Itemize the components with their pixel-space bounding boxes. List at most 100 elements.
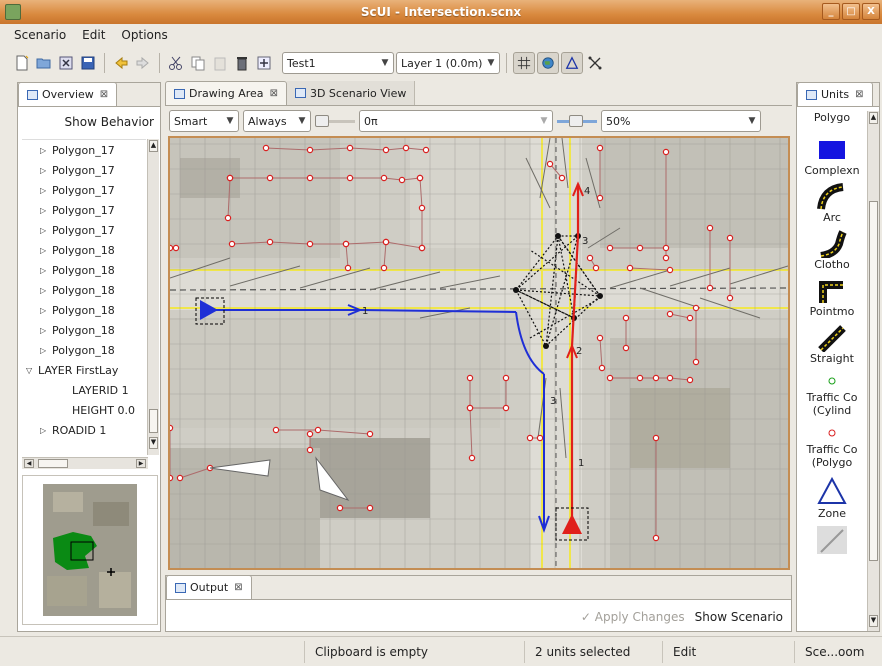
tab-output[interactable]: Output ⊠: [166, 575, 252, 599]
menu-edit[interactable]: Edit: [82, 28, 105, 42]
unit-clothoid[interactable]: Clotho: [797, 227, 867, 274]
copy-icon[interactable]: [188, 53, 208, 73]
view-icon: [174, 88, 185, 99]
delete-icon[interactable]: [232, 53, 252, 73]
tree-item[interactable]: ▷ Polygon_17: [22, 140, 146, 160]
unit-traffic-cylinder[interactable]: Traffic Co (Cylind: [797, 368, 867, 420]
chevron-down-icon: ▼: [298, 116, 306, 126]
tree-item[interactable]: ▷ Polygon_17: [22, 220, 146, 240]
when-select[interactable]: Always ▼: [243, 110, 311, 132]
zoom-select[interactable]: 50% ▼: [601, 110, 761, 132]
apply-changes-button[interactable]: ✓ Apply Changes: [581, 610, 685, 624]
minimap[interactable]: [22, 475, 158, 625]
show-behavior-button[interactable]: Show Behavior: [65, 115, 154, 129]
show-scenario-button[interactable]: Show Scenario: [695, 610, 783, 624]
close-icon[interactable]: ⊠: [855, 89, 863, 100]
expand-icon[interactable]: ▷: [38, 346, 52, 355]
scenario-select[interactable]: Test1 ▼: [282, 52, 394, 74]
open-folder-icon[interactable]: [34, 53, 54, 73]
units-scrollbar[interactable]: ▲ ▼: [867, 111, 879, 631]
tree-item[interactable]: ▷ ROADID 1: [22, 420, 146, 440]
tree-item[interactable]: HEIGHT 0.0: [22, 400, 146, 420]
globe-toggle[interactable]: [537, 52, 559, 74]
close-icon[interactable]: [56, 53, 76, 73]
tree-item[interactable]: ▷ Polygon_18: [22, 320, 146, 340]
close-icon[interactable]: ⊠: [234, 582, 242, 593]
unit-straight[interactable]: Straight: [797, 321, 867, 368]
tree-item-label: Polygon_17: [52, 203, 115, 217]
expand-icon[interactable]: ▷: [38, 226, 52, 235]
tree-vertical-scrollbar[interactable]: ▲ ▼: [147, 139, 159, 455]
tree-item-label: Polygon_18: [52, 243, 115, 257]
zoom-slider[interactable]: [557, 115, 597, 127]
tab-drawing-area-label: Drawing Area: [189, 87, 264, 100]
tree-item[interactable]: ▽ LAYER FirstLay: [22, 360, 146, 380]
expand-icon[interactable]: ▷: [38, 306, 52, 315]
tree-item-label: Polygon_17: [52, 183, 115, 197]
app-icon: [5, 4, 21, 20]
unit-pointmove[interactable]: Pointmo: [797, 274, 867, 321]
tree-item[interactable]: ▷ Polygon_18: [22, 280, 146, 300]
zone-toggle[interactable]: [561, 52, 583, 74]
tab-units[interactable]: Units ⊠: [797, 82, 873, 106]
unit-arc[interactable]: Arc: [797, 180, 867, 227]
tree-item[interactable]: ▷ Polygon_17: [22, 180, 146, 200]
status-clipboard: Clipboard is empty: [304, 640, 524, 663]
unit-line[interactable]: [797, 523, 867, 557]
layer-select[interactable]: Layer 1 (0.0m) ▼: [396, 52, 500, 74]
unit-traffic-polygon[interactable]: Traffic Co (Polygo: [797, 420, 867, 472]
grid-toggle[interactable]: [513, 52, 535, 74]
add-icon[interactable]: [254, 53, 274, 73]
tree-item[interactable]: ▷ Polygon_17: [22, 200, 146, 220]
tree-horizontal-scrollbar[interactable]: ◀ ▶: [22, 457, 148, 469]
maximize-button[interactable]: □: [842, 3, 860, 20]
save-icon[interactable]: [78, 53, 98, 73]
blue-lane-label-1: 1: [362, 306, 368, 317]
tree-item[interactable]: ▷ Polygon_18: [22, 260, 146, 280]
close-icon[interactable]: ⊠: [270, 88, 278, 99]
measure-icon[interactable]: [585, 53, 605, 73]
expand-icon[interactable]: ▷: [38, 286, 52, 295]
tab-3d-scenario-view[interactable]: 3D Scenario View: [286, 81, 416, 105]
expand-icon[interactable]: ▷: [38, 166, 52, 175]
tree-item[interactable]: LAYERID 1: [22, 380, 146, 400]
angle-field[interactable]: 0π ▼: [359, 110, 553, 132]
road-network-svg[interactable]: 1 3 1 2 3 4: [170, 138, 788, 568]
new-file-icon[interactable]: [12, 53, 32, 73]
unit-complex-node[interactable]: Complexn: [797, 133, 867, 180]
angle-slider[interactable]: [315, 115, 355, 127]
expand-icon[interactable]: ▷: [38, 266, 52, 275]
tree-item[interactable]: ▷ Polygon_18: [22, 240, 146, 260]
expand-icon[interactable]: ▷: [38, 206, 52, 215]
unit-polygon[interactable]: Polygo: [797, 111, 867, 133]
traffic-cylinder-icon: [797, 371, 867, 391]
collapse-icon[interactable]: ▽: [24, 366, 38, 375]
tab-drawing-area[interactable]: Drawing Area ⊠: [165, 81, 287, 105]
tab-overview-label: Overview: [42, 88, 94, 101]
menu-scenario[interactable]: Scenario: [14, 28, 66, 42]
cut-icon[interactable]: [166, 53, 186, 73]
tree-item[interactable]: ▷ Polygon_18: [22, 300, 146, 320]
undo-icon[interactable]: [111, 53, 131, 73]
tab-overview[interactable]: Overview ⊠: [18, 82, 118, 106]
minimize-button[interactable]: _: [822, 3, 840, 20]
close-window-button[interactable]: X: [862, 3, 880, 20]
menu-options[interactable]: Options: [121, 28, 167, 42]
straight-road-icon: [797, 324, 867, 352]
unit-zone[interactable]: Zone: [797, 472, 867, 523]
expand-icon[interactable]: ▷: [38, 426, 52, 435]
paste-icon[interactable]: [210, 53, 230, 73]
drawing-canvas[interactable]: 1 3 1 2 3 4: [168, 136, 790, 570]
expand-icon[interactable]: ▷: [38, 186, 52, 195]
close-icon[interactable]: ⊠: [100, 89, 108, 100]
expand-icon[interactable]: ▷: [38, 146, 52, 155]
tree-item[interactable]: ▷ Polygon_17: [22, 160, 146, 180]
pointmove-road-icon: [797, 277, 867, 305]
chevron-down-icon: ▼: [487, 58, 495, 68]
expand-icon[interactable]: ▷: [38, 246, 52, 255]
line-icon: [797, 526, 867, 554]
tree-item[interactable]: ▷ Polygon_18: [22, 340, 146, 360]
mode-select[interactable]: Smart ▼: [169, 110, 239, 132]
expand-icon[interactable]: ▷: [38, 326, 52, 335]
redo-icon[interactable]: [133, 53, 153, 73]
